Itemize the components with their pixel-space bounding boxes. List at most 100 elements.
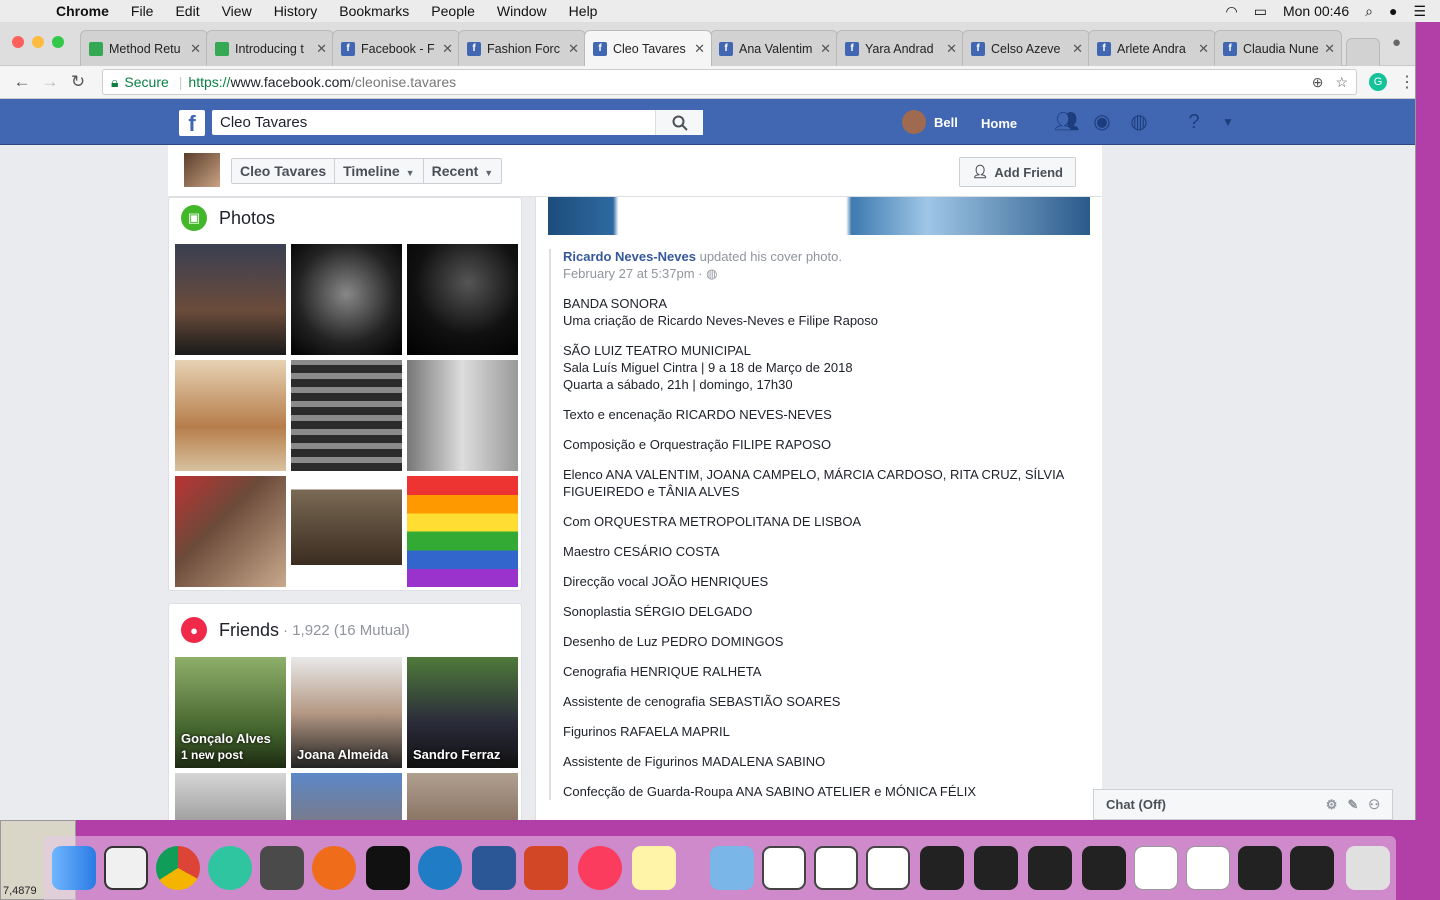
markdown-icon[interactable] [418,846,462,890]
home-link[interactable]: Home [981,116,1017,131]
photo-thumbnail[interactable] [175,476,286,587]
photo-thumbnail[interactable] [291,360,402,471]
photo-thumbnail[interactable] [407,360,518,471]
close-tab-icon[interactable]: ✕ [190,41,201,57]
minimize-window-button[interactable] [32,36,44,48]
friend-tile[interactable]: Gonçalo Alves 1 new post [175,657,286,768]
window-thumbnail[interactable] [814,846,858,890]
compose-icon[interactable]: ✎ [1347,797,1358,813]
messenger-icon[interactable]: ◉ [1091,111,1113,133]
window-thumbnail[interactable] [866,846,910,890]
clock[interactable]: Mon 00:46 [1283,3,1349,19]
photo-thumbnail[interactable] [407,244,518,355]
window-thumbnail[interactable] [762,846,806,890]
account-menu-icon[interactable]: ▼ [1217,111,1239,133]
tab-method[interactable]: Method Retu ✕ [80,30,208,66]
tab-cleo-tavares[interactable]: f Cleo Tavares ✕ [584,30,712,66]
finder-icon[interactable] [52,846,96,890]
back-icon[interactable]: ← [8,72,36,92]
itunes-icon[interactable] [578,846,622,890]
tab-ana-valentim[interactable]: f Ana Valentim ✕ [710,30,838,66]
scrivener-icon[interactable] [104,846,148,890]
friend-requests-icon[interactable]: 👥︎ [1054,111,1079,133]
search-icon[interactable] [655,110,703,135]
close-window-button[interactable] [12,36,24,48]
menu-edit[interactable]: Edit [175,3,199,19]
photos-title[interactable]: Photos [219,208,275,229]
friend-tile[interactable] [291,773,402,820]
reload-icon[interactable]: ↻ [64,72,92,92]
friend-tile[interactable]: Joana Almeida [291,657,402,768]
chrome-icon[interactable] [156,846,200,890]
folder-icon[interactable] [710,846,754,890]
close-tab-icon[interactable]: ✕ [1072,41,1083,57]
search-input[interactable]: Cleo Tavares [212,110,703,135]
word-icon[interactable] [472,846,516,890]
photo-thumbnail[interactable] [407,476,518,587]
close-tab-icon[interactable]: ✕ [1198,41,1209,57]
close-tab-icon[interactable]: ✕ [946,41,957,57]
menu-help[interactable]: Help [569,3,598,19]
close-tab-icon[interactable]: ✕ [316,41,327,57]
tab-claudia[interactable]: f Claudia Nune ✕ [1214,30,1342,66]
facebook-logo[interactable]: f [179,110,205,136]
group-icon[interactable]: ⚇ [1368,797,1380,813]
window-thumbnail[interactable] [974,846,1018,890]
wifi-icon[interactable]: ◠ [1226,3,1238,20]
tab-facebook[interactable]: f Facebook - F ✕ [332,30,460,66]
menu-people[interactable]: People [431,3,475,19]
window-thumbnail[interactable] [1028,846,1072,890]
spotlight-icon[interactable]: ⌕ [1365,3,1373,20]
window-thumbnail[interactable] [920,846,964,890]
siri-icon[interactable]: ● [1389,3,1397,19]
notification-center-icon[interactable]: ☰ [1413,3,1426,20]
tab-yara[interactable]: f Yara Andrad ✕ [836,30,964,66]
menu-app[interactable]: Chrome [56,3,109,19]
gear-icon[interactable]: ⚙ [1326,797,1338,813]
notes-icon[interactable] [632,846,676,890]
friend-tile[interactable]: Sandro Ferraz [407,657,518,768]
post-author-link[interactable]: Ricardo Neves-Neves [563,249,696,264]
photo-thumbnail[interactable] [175,360,286,471]
grammarly-icon[interactable]: G [1369,73,1388,91]
profile-link[interactable]: Bell [902,110,958,134]
post-timestamp[interactable]: February 27 at 5:37pm · ◍ [563,266,1089,282]
tab-introducing[interactable]: Introducing t ✕ [206,30,334,66]
tab-fashion[interactable]: f Fashion Forc ✕ [458,30,586,66]
atom-icon[interactable] [208,846,252,890]
zoom-icon[interactable]: ⊕ [1312,74,1324,91]
crumb-timeline[interactable]: Timeline ▼ [335,159,424,183]
menu-history[interactable]: History [274,3,318,19]
help-icon[interactable]: ? [1183,111,1205,133]
photo-thumbnail[interactable] [291,244,402,355]
chat-bar[interactable]: Chat (Off) ⚙ ✎ ⚇ [1093,789,1393,820]
window-thumbnail[interactable] [1082,846,1126,890]
window-thumbnail[interactable] [1186,846,1230,890]
tab-celso[interactable]: f Celso Azeve ✕ [962,30,1090,66]
window-thumbnail[interactable] [1134,846,1178,890]
omnibox[interactable]: 🔒︎ Secure | https://www.facebook.com/cle… [101,69,1358,95]
powerpoint-icon[interactable] [524,846,568,890]
window-thumbnail[interactable] [1290,846,1334,890]
bookmark-star-icon[interactable]: ☆ [1335,74,1348,91]
close-tab-icon[interactable]: ✕ [1324,41,1335,57]
menu-file[interactable]: File [131,3,154,19]
profile-thumbnail[interactable] [184,153,220,187]
battery-icon[interactable]: ▭ [1254,3,1267,20]
notifications-icon[interactable]: ◍ [1128,111,1150,133]
friend-tile[interactable] [175,773,286,820]
close-tab-icon[interactable]: ✕ [568,41,579,57]
tab-arlete[interactable]: f Arlete Andra ✕ [1088,30,1216,66]
trash-icon[interactable] [1346,846,1390,890]
menu-window[interactable]: Window [497,3,547,19]
cover-photo-preview[interactable] [548,197,1090,235]
url-text[interactable]: https://www.facebook.com/cleonise.tavare… [188,74,456,90]
add-friend-button[interactable]: 👤︎ Add Friend [958,157,1076,187]
zoom-window-button[interactable] [52,36,64,48]
crumb-name[interactable]: Cleo Tavares [232,159,336,183]
friend-tile[interactable] [407,773,518,820]
sketch-pen-icon[interactable] [312,846,356,890]
terminal-icon[interactable] [366,846,410,890]
menu-bookmarks[interactable]: Bookmarks [339,3,409,19]
forward-icon[interactable]: → [36,72,64,92]
